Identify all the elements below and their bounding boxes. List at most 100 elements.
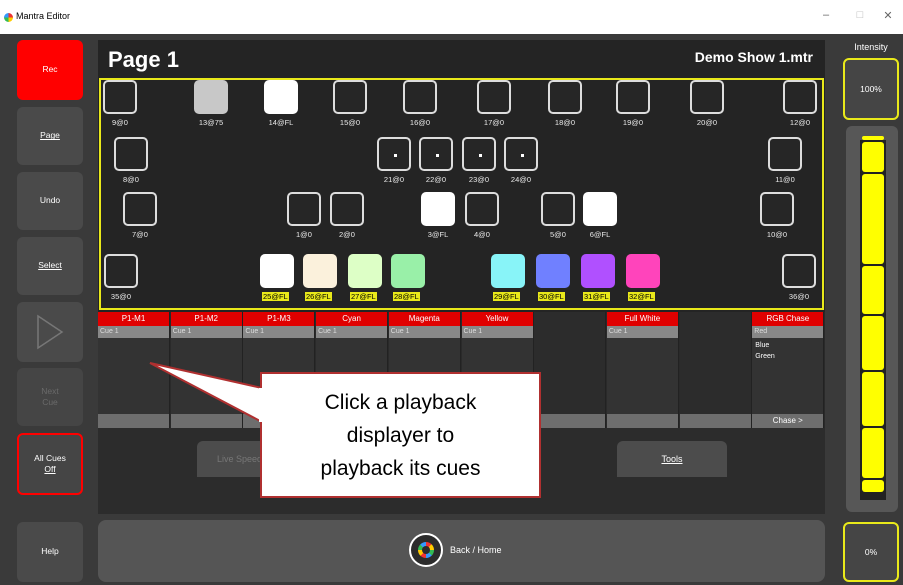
- all-cues-off-label: All Cues Off: [34, 452, 66, 474]
- fixture-swatch: [194, 80, 228, 114]
- fixture-swatch: [103, 80, 137, 114]
- next-cue-label: Next Cue: [41, 385, 59, 407]
- fixture-tile[interactable]: 10@0: [760, 192, 794, 239]
- playback-name: P1-M1: [98, 312, 169, 326]
- playback-current-cue: Red: [752, 326, 824, 338]
- fixture-dot: [394, 154, 397, 157]
- rec-label: Rec: [42, 64, 58, 75]
- fixture-swatch: [419, 137, 453, 171]
- fixture-label: 32@FL: [628, 292, 655, 301]
- fixture-swatch: [783, 80, 817, 114]
- fixture-swatch: [616, 80, 650, 114]
- intensity-fader[interactable]: [846, 126, 898, 512]
- fixture-tile[interactable]: 36@0: [782, 254, 816, 301]
- playback-displayer[interactable]: [534, 312, 607, 428]
- fixture-dot: [479, 154, 482, 157]
- fixture-tile[interactable]: 24@0: [504, 137, 538, 184]
- help-button[interactable]: Help: [17, 522, 83, 582]
- fixture-tile[interactable]: 25@FL: [260, 254, 294, 301]
- fixture-label: 25@FL: [262, 292, 289, 301]
- fixture-label: 3@FL: [427, 230, 449, 239]
- rec-button[interactable]: Rec: [17, 40, 83, 100]
- fixture-swatch: [690, 80, 724, 114]
- fixture-swatch: [391, 254, 425, 288]
- playback-displayer[interactable]: Full White Cue 1: [606, 312, 679, 428]
- fixture-tile[interactable]: 27@FL: [348, 254, 382, 301]
- fixture-tile[interactable]: 15@0: [333, 80, 367, 127]
- tools-label: Tools: [661, 454, 683, 464]
- fixture-tile[interactable]: 32@FL: [626, 254, 660, 301]
- all-cues-off-button[interactable]: All Cues Off: [17, 433, 83, 495]
- fixture-tile[interactable]: 21@0: [377, 137, 411, 184]
- fixture-tile[interactable]: 8@0: [114, 137, 148, 184]
- next-cue-button[interactable]: Next Cue: [17, 368, 83, 426]
- tools-button[interactable]: Tools: [617, 441, 727, 477]
- fader-level-segment: [862, 208, 884, 264]
- playback-displayer[interactable]: [679, 312, 752, 428]
- fixture-tile[interactable]: 30@FL: [536, 254, 570, 301]
- back-home-button[interactable]: Back / Home: [98, 520, 825, 582]
- tutorial-callout: Click a playback displayer to playback its…: [260, 372, 541, 498]
- fixture-tile[interactable]: 19@0: [616, 80, 650, 127]
- select-button[interactable]: Select: [17, 237, 83, 295]
- fixture-tile[interactable]: 4@0: [465, 192, 499, 239]
- fixture-tile[interactable]: 26@FL: [303, 254, 337, 301]
- fixture-tile[interactable]: 18@0: [548, 80, 582, 127]
- fixture-tile[interactable]: 11@0: [768, 137, 802, 184]
- fixture-tile[interactable]: 2@0: [330, 192, 364, 239]
- page-button[interactable]: Page: [17, 107, 83, 165]
- cue-list-item: Blue: [755, 342, 770, 349]
- playback-footer: [679, 414, 751, 428]
- live-speed-label: Live Speed: [216, 454, 263, 464]
- fixture-tile[interactable]: 22@0: [419, 137, 453, 184]
- fixture-swatch: [330, 192, 364, 226]
- fixture-swatch: [760, 192, 794, 226]
- fixture-swatch: [626, 254, 660, 288]
- intensity-zero-button[interactable]: 0%: [843, 522, 899, 582]
- playback-displayer[interactable]: P1-M2 Cue 1: [170, 312, 243, 428]
- fixture-tile[interactable]: 13@75: [194, 80, 228, 127]
- fixture-tile[interactable]: 5@0: [541, 192, 575, 239]
- playback-displayer[interactable]: RGB Chase Red Blue Green Chase >: [752, 312, 825, 428]
- fixture-tile[interactable]: 23@0: [462, 137, 496, 184]
- fixture-tile[interactable]: 16@0: [403, 80, 437, 127]
- fixture-dot: [436, 154, 439, 157]
- maximize-button[interactable]: □: [850, 9, 870, 21]
- fixture-label: 29@FL: [493, 292, 520, 301]
- fixture-tile[interactable]: 3@FL: [421, 192, 455, 239]
- fixture-tile[interactable]: 12@0: [783, 80, 817, 127]
- go-button[interactable]: [17, 302, 83, 362]
- fixture-tile[interactable]: 9@0: [103, 80, 137, 127]
- fixture-label: 30@FL: [538, 292, 565, 301]
- title-bar: Mantra Editor – □ ✕: [0, 0, 903, 34]
- callout-joint: [259, 388, 263, 422]
- undo-button[interactable]: Undo: [17, 172, 83, 230]
- intensity-full-button[interactable]: 100%: [843, 58, 899, 120]
- fixture-tile[interactable]: 14@FL: [264, 80, 298, 127]
- fixture-tile[interactable]: 1@0: [287, 192, 321, 239]
- playback-name: Full White: [606, 312, 678, 326]
- close-button[interactable]: ✕: [878, 9, 898, 22]
- fixture-swatch: [421, 192, 455, 226]
- fixture-swatch: [504, 137, 538, 171]
- fixture-swatch: [477, 80, 511, 114]
- fixture-label: 16@0: [409, 118, 431, 127]
- fixture-tile[interactable]: 6@FL: [583, 192, 617, 239]
- minimize-button[interactable]: –: [816, 9, 836, 21]
- fixture-tile[interactable]: 35@0: [104, 254, 138, 301]
- fixture-label: 11@0: [775, 175, 795, 184]
- fixture-tile[interactable]: 31@FL: [581, 254, 615, 301]
- chase-button[interactable]: Chase >: [752, 414, 824, 428]
- page-label: Page: [40, 130, 60, 141]
- fixture-swatch: [548, 80, 582, 114]
- fixture-tile[interactable]: 7@0: [123, 192, 157, 239]
- fixture-tile[interactable]: 28@FL: [391, 254, 425, 301]
- fixture-tile[interactable]: 17@0: [477, 80, 511, 127]
- fader-level-segment: [862, 480, 884, 492]
- fader-handle[interactable]: [862, 136, 884, 140]
- playback-displayer[interactable]: P1-M1 Cue 1: [98, 312, 170, 428]
- fixture-label: 26@FL: [305, 292, 332, 301]
- playback-current-cue: Cue 1: [388, 326, 460, 338]
- fixture-tile[interactable]: 29@FL: [491, 254, 525, 301]
- fixture-tile[interactable]: 20@0: [690, 80, 724, 127]
